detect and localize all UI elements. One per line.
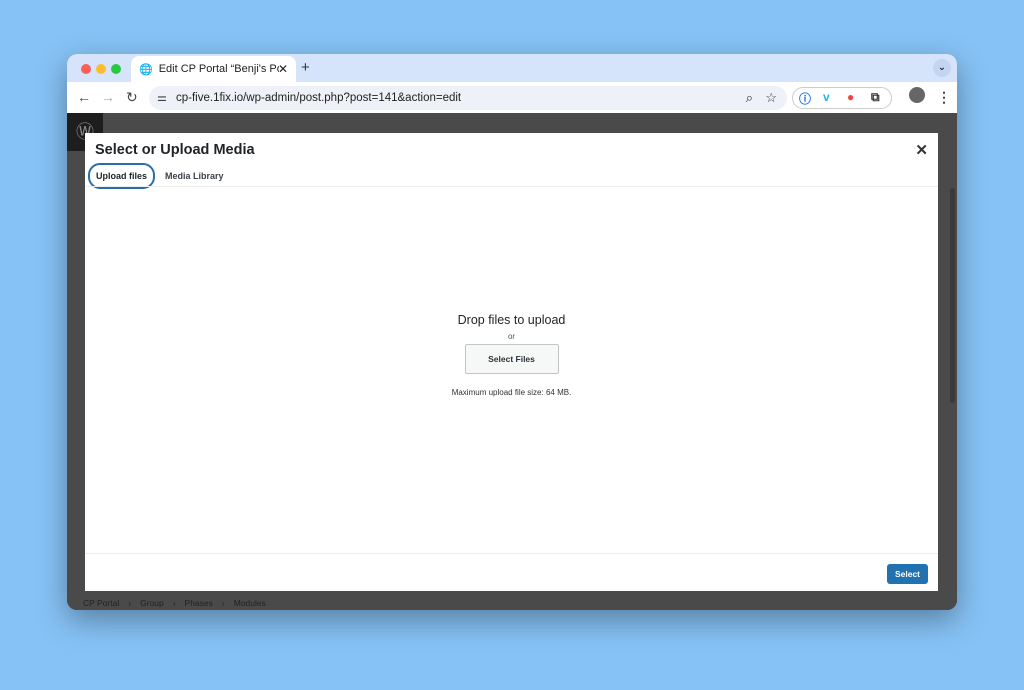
url-text: cp-five.1fix.io/wp-admin/post.php?post=1… — [176, 92, 462, 104]
more-menu-icon[interactable]: ⋮ — [937, 89, 951, 106]
breadcrumb-item[interactable]: CP Portal — [83, 598, 119, 608]
color-wheel-icon[interactable]: ● — [847, 90, 854, 104]
profile-avatar[interactable] — [909, 87, 925, 103]
modal-title: Select or Upload Media — [95, 142, 255, 158]
zoom-icon[interactable]: ⌕ — [746, 86, 753, 110]
select-button[interactable]: Select — [887, 564, 928, 584]
maximize-window-button[interactable] — [111, 64, 121, 74]
media-modal: Select or Upload Media ✕ Upload files Me… — [85, 133, 938, 591]
close-window-button[interactable] — [81, 64, 91, 74]
globe-icon: 🌐 — [139, 63, 153, 76]
forward-icon[interactable]: → — [101, 89, 115, 105]
divider — [85, 553, 938, 554]
close-tab-icon[interactable]: ✕ — [278, 62, 288, 76]
upload-dropzone[interactable]: Drop files to upload or Select Files Max… — [85, 313, 938, 397]
select-files-button[interactable]: Select Files — [464, 344, 559, 374]
extensions-group: ⓘ v ● ⧉ — [792, 87, 892, 109]
tab-strip: 🌐 Edit CP Portal “Benji's Portal” ✕ + ⌄ — [67, 54, 957, 82]
page-backdrop: Ⓦ CP Portal › Group › Phases › Modules Sele… — [67, 113, 957, 610]
site-settings-icon[interactable]: ⚌ — [157, 86, 167, 110]
address-bar[interactable]: ⚌ cp-five.1fix.io/wp-admin/post.php?post… — [149, 86, 787, 110]
or-text: or — [507, 332, 516, 341]
password-manager-icon[interactable]: ⓘ — [799, 90, 811, 107]
close-icon[interactable]: ✕ — [915, 141, 928, 159]
tab-search-chevron-icon[interactable]: ⌄ — [933, 59, 951, 77]
breadcrumb-item[interactable]: Modules — [234, 598, 266, 608]
vimeo-icon[interactable]: v — [823, 90, 830, 104]
tab-media-library[interactable]: Media Library — [159, 165, 230, 187]
minimize-window-button[interactable] — [96, 64, 106, 74]
breadcrumb-item[interactable]: Group — [140, 598, 164, 608]
tab-title: Edit CP Portal “Benji's Portal” — [158, 63, 279, 75]
breadcrumb-item[interactable]: Phases — [185, 598, 213, 608]
bookmark-star-icon[interactable]: ☆ — [765, 86, 777, 110]
divider — [85, 186, 938, 187]
browser-tab[interactable]: 🌐 Edit CP Portal “Benji's Portal” ✕ — [131, 56, 296, 82]
new-tab-button[interactable]: + — [301, 59, 310, 76]
drop-instructions: Drop files to upload — [457, 313, 566, 327]
breadcrumb: CP Portal › Group › Phases › Modules — [83, 598, 266, 608]
max-upload-size: Maximum upload file size: 64 MB. — [451, 388, 572, 397]
back-icon[interactable]: ← — [77, 89, 91, 105]
reload-icon[interactable]: ↻ — [126, 89, 138, 106]
browser-toolbar: ← → ↻ ⚌ cp-five.1fix.io/wp-admin/post.ph… — [67, 82, 957, 113]
scrollbar[interactable] — [950, 188, 955, 403]
extensions-puzzle-icon[interactable]: ⧉ — [871, 90, 880, 105]
browser-window: 🌐 Edit CP Portal “Benji's Portal” ✕ + ⌄ … — [67, 54, 957, 610]
